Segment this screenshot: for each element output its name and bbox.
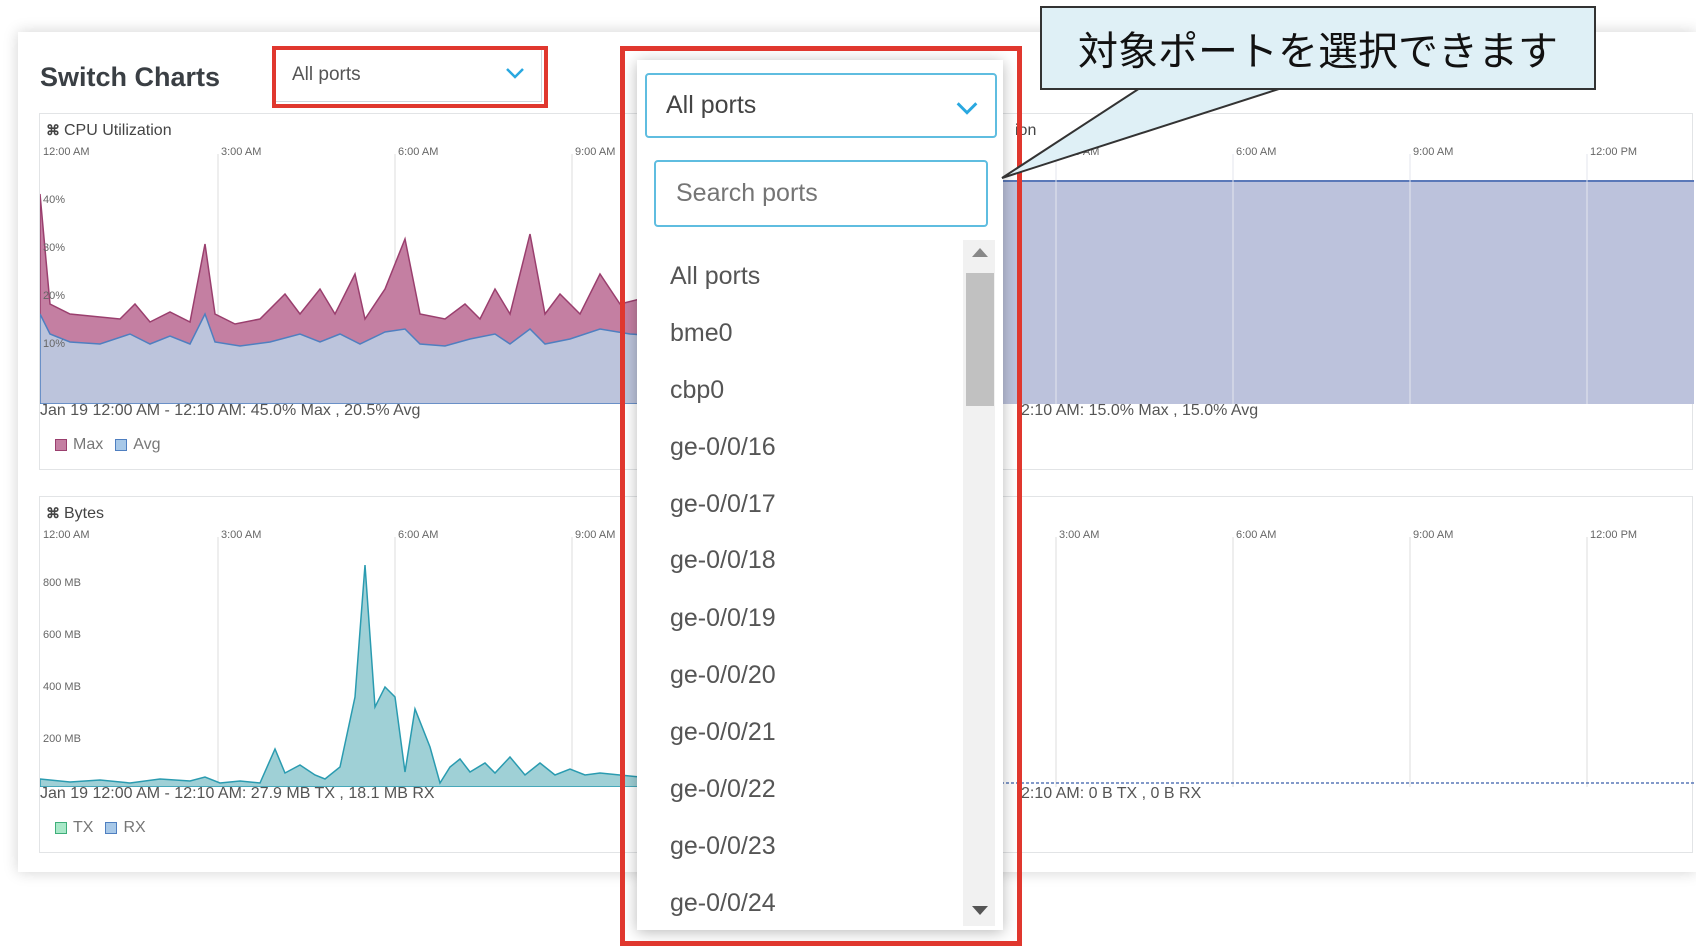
callout-pointer [1001,86,1283,179]
callout-box: 対象ポートを選択できます [1040,6,1596,90]
callout-text: 対象ポートを選択できます [1078,30,1558,74]
